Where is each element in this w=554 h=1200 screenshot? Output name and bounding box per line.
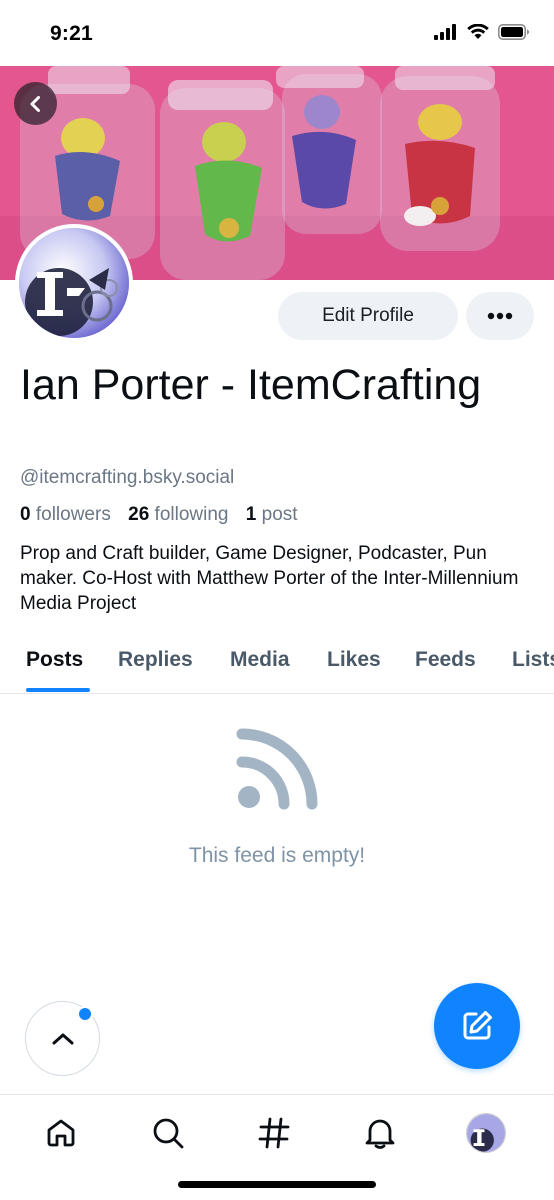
- followers-label: followers: [35, 504, 111, 525]
- chevron-up-icon: [52, 1033, 73, 1044]
- compose-post-button[interactable]: [434, 983, 520, 1069]
- edit-profile-button[interactable]: Edit Profile: [278, 292, 458, 340]
- battery-icon: [498, 24, 529, 40]
- profile-handle: @itemcrafting.bsky.social: [20, 467, 235, 488]
- empty-feed-message: This feed is empty!: [188, 844, 366, 867]
- hashtag-icon: [258, 1117, 290, 1149]
- status-bar: 9:21: [0, 0, 554, 66]
- search-icon: [153, 1118, 184, 1149]
- tab-likes[interactable]: Likes: [327, 648, 381, 672]
- active-tab-indicator: [26, 688, 90, 692]
- cellular-signal-icon: [434, 24, 456, 40]
- followers-count: 0: [20, 504, 31, 525]
- back-button[interactable]: [14, 82, 57, 125]
- home-icon: [47, 1119, 75, 1147]
- new-posts-indicator: [77, 1006, 93, 1022]
- nav-profile[interactable]: [464, 1111, 508, 1155]
- profile-tabs: Posts Replies Media Likes Feeds Lists: [0, 638, 554, 694]
- profile-avatar[interactable]: [15, 224, 133, 342]
- following-label: following: [154, 504, 229, 525]
- following-link[interactable]: 26 following: [128, 504, 228, 525]
- tab-feeds[interactable]: Feeds: [415, 648, 476, 672]
- rss-icon: [236, 728, 318, 810]
- tab-replies[interactable]: Replies: [118, 648, 193, 672]
- status-icons: [434, 24, 530, 40]
- avatar-image-small: [467, 1114, 505, 1152]
- posts-label: post: [261, 504, 298, 525]
- wifi-icon: [467, 24, 489, 39]
- status-time: 9:21: [50, 22, 93, 45]
- avatar-image: [19, 228, 129, 338]
- tab-media[interactable]: Media: [230, 648, 290, 672]
- posts-stat: 1 post: [246, 504, 298, 525]
- more-options-button[interactable]: [466, 292, 534, 340]
- edit-icon: [463, 1011, 492, 1040]
- nav-notifications[interactable]: [358, 1111, 402, 1155]
- chevron-left-icon: [30, 95, 40, 112]
- profile-stats: 0 followers 26 following 1 post: [20, 504, 310, 526]
- nav-home[interactable]: [39, 1111, 83, 1155]
- profile-bio: Prop and Craft builder, Game Designer, P…: [20, 543, 519, 614]
- following-count: 26: [128, 504, 150, 525]
- display-name: Ian Porter - ItemCrafting: [20, 361, 482, 409]
- profile-avatar-small: [466, 1113, 506, 1153]
- home-indicator: [178, 1181, 376, 1188]
- tab-posts[interactable]: Posts: [26, 648, 83, 672]
- nav-search[interactable]: [146, 1111, 190, 1155]
- bell-icon: [365, 1119, 395, 1149]
- tab-lists[interactable]: Lists: [512, 648, 554, 672]
- ellipsis-icon: [487, 312, 513, 320]
- followers-link[interactable]: 0 followers: [20, 504, 111, 525]
- nav-feeds[interactable]: [252, 1111, 296, 1155]
- posts-count: 1: [245, 504, 257, 525]
